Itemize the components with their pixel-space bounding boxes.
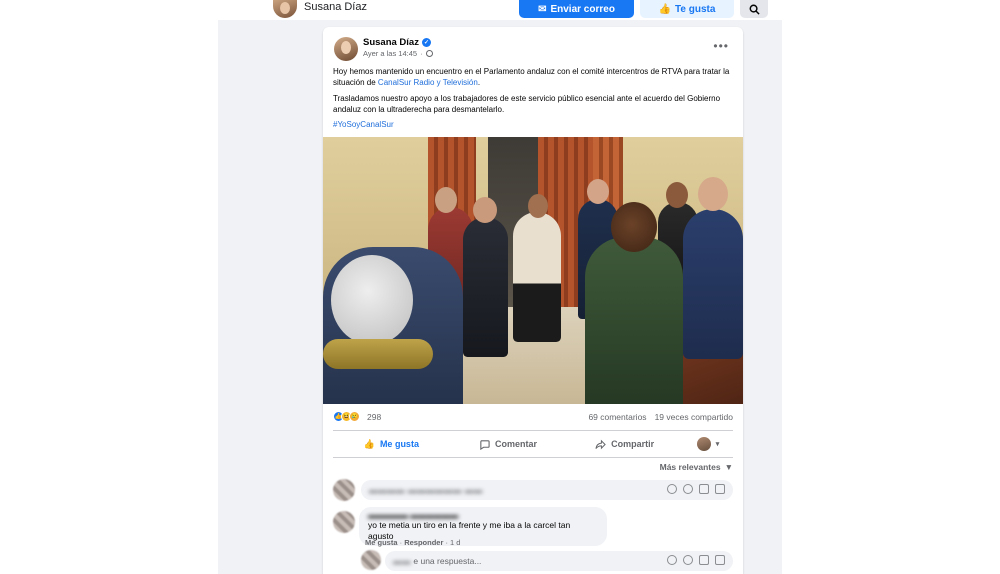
post-paragraph-2: Trasladamos nuestro apoyo a los trabajad… bbox=[333, 94, 721, 114]
gif-icon[interactable] bbox=[699, 555, 709, 565]
like-page-label: Te gusta bbox=[675, 3, 716, 15]
page-name[interactable]: Susana Díaz bbox=[304, 1, 367, 13]
sticker-icon[interactable] bbox=[715, 484, 725, 494]
comment-like-link[interactable]: Me gusta bbox=[365, 538, 398, 547]
thumbs-up-icon: 👍 bbox=[363, 438, 375, 449]
send-email-button[interactable]: ✉ Enviar correo bbox=[519, 0, 634, 18]
reactions-count: 298 bbox=[367, 411, 382, 422]
camera-icon[interactable] bbox=[683, 555, 693, 565]
reply-avatar[interactable] bbox=[361, 550, 381, 570]
caret-down-icon: ▾ bbox=[715, 441, 720, 448]
like-page-button[interactable]: 👍 Te gusta bbox=[640, 0, 734, 18]
search-button[interactable] bbox=[740, 0, 768, 18]
post-paragraph-1: Hoy hemos mantenido un encuentro en el P… bbox=[333, 67, 733, 88]
sort-label: Más relevantes bbox=[659, 462, 721, 472]
timestamp-text: Ayer a las 14:45 bbox=[363, 49, 418, 58]
paragraph-1-end: . bbox=[477, 77, 481, 87]
comment-icon bbox=[480, 439, 490, 450]
shares-count[interactable]: 19 veces compartido bbox=[655, 412, 733, 422]
comments-count[interactable]: 69 comentarios bbox=[588, 412, 646, 422]
send-email-label: Enviar correo bbox=[550, 3, 615, 15]
share-button[interactable]: Compartir bbox=[566, 433, 683, 455]
author-avatar[interactable] bbox=[334, 37, 358, 61]
emoji-icon[interactable] bbox=[667, 555, 677, 565]
comment-sort-dropdown[interactable]: Más relevantes ▼ bbox=[660, 462, 733, 472]
like-button[interactable]: 👍 Me gusta bbox=[333, 433, 450, 455]
canalsur-link[interactable]: CanalSur Radio y Televisión bbox=[378, 78, 478, 87]
post-photo[interactable] bbox=[323, 137, 743, 404]
write-comment-input[interactable]: ▬▬▬▬ ▬▬▬▬▬▬ ▬▬ bbox=[361, 480, 733, 500]
verified-badge-icon: ✓ bbox=[421, 38, 431, 47]
more-options-icon[interactable]: ••• bbox=[713, 39, 729, 53]
reply-input[interactable]: ▬▬ e una respuesta... bbox=[385, 551, 733, 571]
caret-down-icon: ▼ bbox=[724, 462, 733, 472]
react-as-selector[interactable]: ▾ bbox=[683, 433, 733, 455]
comment-author-name[interactable]: ▬▬▬▬▬ ▬▬▬▬▬▬ bbox=[368, 511, 598, 520]
post-stats: 69 comentarios 19 veces compartido bbox=[588, 412, 733, 422]
thumbs-up-icon: 👍 bbox=[658, 3, 672, 15]
post-author[interactable]: Susana Díaz ✓ bbox=[363, 37, 431, 48]
avatar bbox=[696, 437, 711, 451]
sad-reaction-icon: 😢 bbox=[349, 411, 360, 422]
post-card: Susana Díaz ✓ Ayer a las 14:45 · ••• Hoy… bbox=[323, 27, 743, 574]
hashtag-link[interactable]: #YoSoyCanalSur bbox=[333, 120, 394, 129]
divider bbox=[333, 430, 733, 431]
reply-placeholder: e una respuesta... bbox=[413, 556, 482, 566]
commenter-avatar[interactable] bbox=[333, 479, 355, 501]
comment-author-avatar[interactable] bbox=[333, 511, 355, 533]
reactions-summary[interactable]: 👍 😆 😢 298 bbox=[333, 411, 381, 422]
comment-label: Comentar bbox=[495, 439, 538, 449]
share-label: Compartir bbox=[611, 439, 655, 449]
mail-icon: ✉ bbox=[538, 3, 547, 15]
comment-age: 1 d bbox=[450, 538, 461, 547]
search-icon bbox=[749, 4, 760, 15]
like-label: Me gusta bbox=[379, 439, 419, 449]
comment-button[interactable]: Comentar bbox=[450, 433, 567, 455]
camera-icon[interactable] bbox=[683, 484, 693, 494]
author-name: Susana Díaz bbox=[363, 37, 419, 48]
post-timestamp[interactable]: Ayer a las 14:45 · bbox=[363, 49, 433, 58]
gif-icon[interactable] bbox=[699, 484, 709, 494]
emoji-icon[interactable] bbox=[667, 484, 677, 494]
post-actions: 👍 Me gusta Comentar Compartir ▾ bbox=[333, 432, 733, 456]
globe-icon bbox=[425, 50, 433, 57]
comment-meta: Me gusta · Responder · 1 d bbox=[365, 538, 461, 547]
sticker-icon[interactable] bbox=[715, 555, 725, 565]
share-icon bbox=[595, 439, 606, 449]
divider bbox=[333, 457, 733, 458]
comment-reply-link[interactable]: Responder bbox=[404, 538, 443, 547]
